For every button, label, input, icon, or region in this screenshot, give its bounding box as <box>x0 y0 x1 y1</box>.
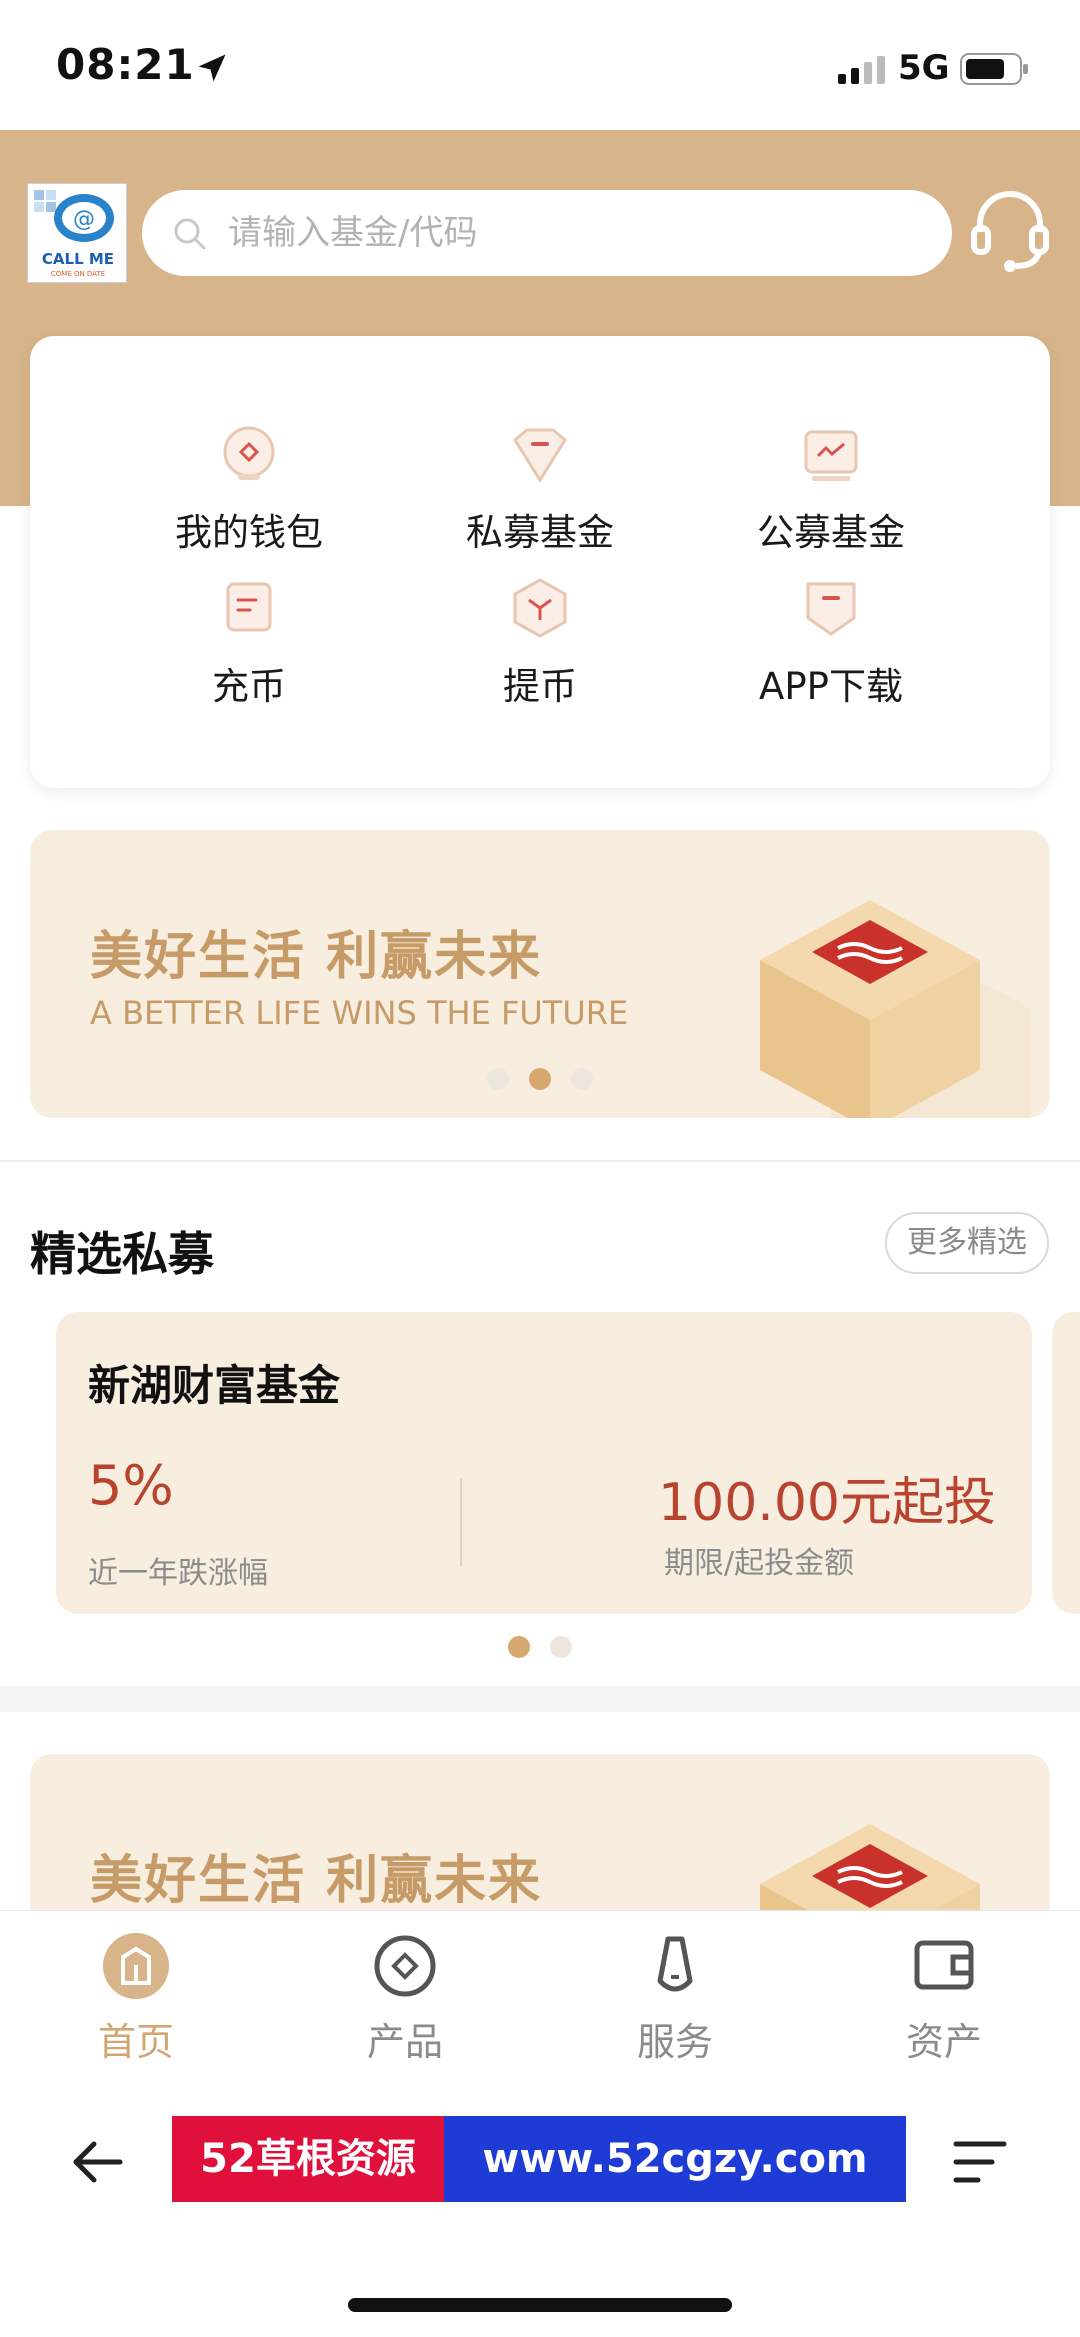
ad-banner-url-text: www.52cgzy.com <box>444 2116 906 2202</box>
back-arrow-icon[interactable] <box>68 2132 128 2192</box>
menu-item-withdraw[interactable]: 提币 <box>400 576 680 726</box>
fund-name: 新湖财富基金 <box>88 1361 341 1410</box>
quick-menu-card: 我的钱包 私募基金 公募基金 充币 提币 APP下载 <box>30 336 1050 788</box>
menu-label: APP下载 <box>759 665 903 708</box>
product-icon <box>374 1935 436 1997</box>
more-featured-button[interactable]: 更多精选 <box>885 1212 1049 1274</box>
carousel-dot[interactable] <box>487 1068 509 1090</box>
menu-label: 提币 <box>503 665 577 708</box>
tab-label: 产品 <box>366 2020 443 2064</box>
tab-home[interactable]: 首页 <box>56 1931 216 2071</box>
banner-title: 美好生活 利赢未来 <box>90 927 543 987</box>
section-title-featured: 精选私募 <box>30 1227 214 1281</box>
section-divider <box>0 1160 1080 1162</box>
menu-label: 公募基金 <box>757 511 905 554</box>
watermark-ad-banner[interactable]: 52草根资源 www.52cgzy.com <box>172 2116 906 2202</box>
menu-lines-icon[interactable] <box>952 2136 1008 2188</box>
carousel-dot-active[interactable] <box>529 1068 551 1090</box>
search-bar[interactable] <box>142 190 952 276</box>
banner-title: 美好生活 利赢未来 <box>90 1851 543 1911</box>
next-fund-card-peek[interactable] <box>1052 1312 1080 1614</box>
download-icon <box>806 582 856 636</box>
search-input[interactable] <box>228 208 928 258</box>
section-divider <box>0 1686 1080 1712</box>
fund-min-invest-label: 期限/起投金额 <box>664 1546 855 1581</box>
fund-card[interactable]: 新湖财富基金 5% 近一年跌涨幅 100.00元起投 期限/起投金额 <box>56 1312 1032 1614</box>
status-bar: 08:21 5G <box>0 0 1080 130</box>
status-time: 08:21 <box>56 40 195 89</box>
signal-icon <box>838 56 885 84</box>
menu-item-app-download[interactable]: APP下载 <box>691 576 971 726</box>
home-icon <box>103 1933 169 1999</box>
home-indicator <box>348 2298 732 2312</box>
network-label: 5G <box>898 48 950 88</box>
carousel-dot[interactable] <box>550 1636 572 1658</box>
customer-service-headset-icon[interactable] <box>970 186 1050 272</box>
fund-min-invest: 100.00元起投 <box>658 1473 996 1533</box>
menu-label: 充币 <box>212 665 286 708</box>
banner-subtitle: A BETTER LIFE WINS THE FUTURE <box>90 994 629 1032</box>
service-bell-icon <box>657 1936 693 1992</box>
fund-card-separator <box>460 1478 462 1566</box>
search-icon <box>174 218 206 250</box>
fund-carousel-dots <box>0 1636 1080 1662</box>
fund-rate: 5% <box>88 1454 174 1517</box>
logo-text: CALL ME <box>41 250 115 268</box>
tab-label: 资产 <box>905 2020 982 2064</box>
banner-carousel-dots <box>0 1068 1080 1094</box>
tab-assets[interactable]: 资产 <box>864 1931 1024 2071</box>
logo-mark-icon: @ <box>28 184 126 282</box>
svg-text:@: @ <box>73 207 95 232</box>
carousel-dot-active[interactable] <box>508 1636 530 1658</box>
private-fund-icon <box>513 428 567 483</box>
tab-label: 首页 <box>97 2020 174 2064</box>
withdraw-icon <box>513 578 567 638</box>
tab-services[interactable]: 服务 <box>595 1931 755 2071</box>
carousel-dot[interactable] <box>571 1068 593 1090</box>
menu-item-deposit[interactable]: 充币 <box>109 576 389 726</box>
menu-item-wallet[interactable]: 我的钱包 <box>109 422 389 572</box>
menu-item-private-fund[interactable]: 私募基金 <box>400 422 680 572</box>
menu-label: 私募基金 <box>466 511 614 554</box>
app-logo[interactable]: @ CALL ME COME ON DATE <box>27 183 127 283</box>
battery-icon <box>960 53 1028 85</box>
public-fund-icon <box>804 430 858 481</box>
menu-item-public-fund[interactable]: 公募基金 <box>691 422 971 572</box>
wallet-card-icon <box>914 1940 974 1990</box>
deposit-icon <box>226 582 272 632</box>
ad-banner-left-text: 52草根资源 <box>172 2116 444 2202</box>
location-arrow-icon <box>198 54 226 82</box>
tab-products[interactable]: 产品 <box>325 1931 485 2071</box>
bottom-tab-bar: 首页 产品 服务 资产 <box>0 1910 1080 2080</box>
wallet-icon <box>223 426 275 480</box>
tab-label: 服务 <box>636 2020 713 2064</box>
logo-subtext: COME ON DATE <box>50 270 106 278</box>
menu-label: 我的钱包 <box>175 511 323 554</box>
fund-rate-label: 近一年跌涨幅 <box>88 1556 268 1591</box>
